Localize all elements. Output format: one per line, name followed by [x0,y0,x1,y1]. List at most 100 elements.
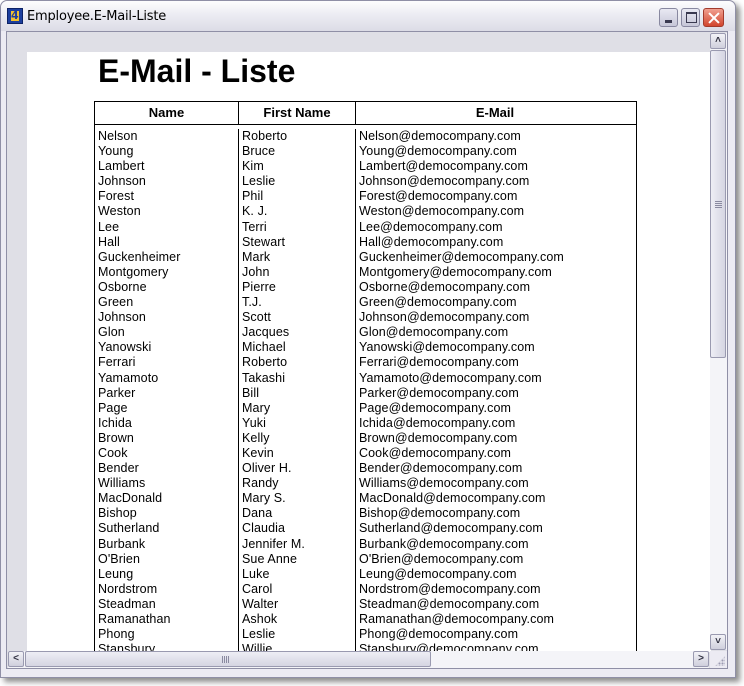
name-cell: MacDonald [98,491,163,506]
column-header-first-name: First Name [239,102,356,124]
email-cell: Weston@democompany.com [359,204,525,219]
name-cell: Yamamoto [98,370,159,385]
email-cell: Nordstrom@democompany.com [359,581,541,596]
name-cell: Glon [98,325,125,340]
first-name-cell: Jennifer M. [242,536,305,551]
name-cell: Parker [98,385,136,400]
maximize-button[interactable] [681,8,700,27]
first-name-cell: Dana [242,506,273,521]
name-cell: Osborne [98,279,147,294]
scroll-left-button[interactable]: < [8,651,24,667]
name-column: Nelson Young Lambert Johnson Forest Weston Lee… [95,129,239,668]
first-name-cell: Leslie [242,174,276,189]
name-cell: Yanowski [98,340,152,355]
name-cell: Leung [98,566,134,581]
first-name-cell: Bruce [242,144,276,159]
title-bar[interactable]: Employee.E-Mail-Liste [1,1,735,31]
scroll-up-button[interactable]: ˄ [710,33,726,49]
first-name-cell: Jacques [242,325,290,340]
name-cell: Brown [98,430,134,445]
email-cell: Ferrari@democompany.com [359,355,519,370]
name-cell: Young [98,144,134,159]
first-name-cell: Stewart [242,234,286,249]
email-cell: O'Brien@democompany.com [359,551,524,566]
report-page: E-Mail - Liste Name First Name E-Mail Ne… [27,52,711,668]
table-body: Nelson Young Lambert Johnson Forest Weston Lee… [95,125,636,668]
name-cell: Johnson [98,174,146,189]
close-button[interactable] [703,8,724,27]
first-name-cell: Bill [242,385,260,400]
email-cell: Guckenheimer@democompany.com [359,249,564,264]
window-title: Employee.E-Mail-Liste [27,9,167,24]
vertical-scrollbar[interactable]: ˄ ˅ [710,33,727,650]
email-cell: Yanowski@democompany.com [359,340,535,355]
email-cell: Leung@democompany.com [359,566,517,581]
minimize-button[interactable] [659,8,678,27]
column-header-name: Name [95,102,239,124]
report-preview-area: E-Mail - Liste Name First Name E-Mail Ne… [6,31,728,669]
first-name-cell: Takashi [242,370,286,385]
first-name-cell: Sue Anne [242,551,298,566]
first-name-cell: Mary [242,400,271,415]
name-cell: Nordstrom [98,581,158,596]
name-cell: Ramanathan [98,612,171,626]
email-cell: Forest@democompany.com [359,189,518,204]
email-cell: Montgomery@democompany.com [359,264,552,279]
report-window: Employee.E-Mail-Liste E-Mail - Liste Nam… [0,0,736,678]
name-cell: Montgomery [98,264,169,279]
first-name-cell: Yuki [242,415,267,430]
first-name-cell: Kevin [242,445,274,460]
email-cell: Cook@democompany.com [359,445,512,460]
email-column: Nelson@democompany.com Young@democompany.… [356,129,634,668]
first-name-cell: Walter [242,596,279,611]
first-name-cell: Mark [242,249,271,264]
vertical-scroll-thumb[interactable] [710,50,726,358]
first-name-cell: Ashok [242,612,278,626]
email-cell: Green@democompany.com [359,295,517,310]
name-cell: Burbank [98,536,146,551]
first-name-cell: Luke [242,566,270,581]
first-name-cell: Michael [242,340,286,355]
name-cell: Phong [98,627,135,642]
first-name-cell: Mary S. [242,491,286,506]
name-cell: Guckenheimer [98,249,181,264]
email-cell: Page@democompany.com [359,400,512,415]
grip-icon [715,201,722,209]
email-cell: Sutherland@democompany.com [359,521,543,536]
table-header: Name First Name E-Mail [95,102,636,125]
scroll-down-button[interactable]: ˅ [710,634,726,650]
name-cell: Ferrari [98,355,136,370]
scroll-right-button[interactable]: > [693,651,709,667]
name-cell: Bishop [98,506,137,521]
email-cell: Johnson@democompany.com [359,174,530,189]
name-cell: Hall [98,234,120,249]
first-name-cell: Kim [242,159,264,174]
email-cell: MacDonald@democompany.com [359,491,546,506]
name-cell: Weston [98,204,141,219]
name-cell: Bender [98,461,139,476]
horizontal-scroll-thumb[interactable] [25,651,431,667]
email-cell: Yamamoto@democompany.com [359,370,542,385]
name-cell: Forest [98,189,135,204]
name-cell: Johnson [98,310,146,325]
first-name-cell: Carol [242,581,273,596]
first-name-cell: Oliver H. [242,461,292,476]
grip-icon [222,656,230,663]
email-cell: Bender@democompany.com [359,461,523,476]
horizontal-scrollbar[interactable]: < > [8,651,709,668]
email-cell: Parker@democompany.com [359,385,519,400]
email-cell: Phong@democompany.com [359,627,519,642]
email-cell: Steadman@democompany.com [359,596,540,611]
name-cell: Page [98,400,128,415]
resize-grip-icon[interactable] [710,651,727,668]
email-cell: Lee@democompany.com [359,219,503,234]
first-name-cell: Roberto [242,355,288,370]
email-table: Name First Name E-Mail Nelson Young Lamber… [94,101,637,668]
app-icon[interactable] [7,8,23,24]
email-cell: Burbank@democompany.com [359,536,529,551]
email-cell: Brown@democompany.com [359,430,518,445]
first-name-cell: Roberto [242,129,288,143]
first-name-cell: Claudia [242,521,286,536]
first-name-cell: T.J. [242,295,262,310]
name-cell: Green [98,295,134,310]
